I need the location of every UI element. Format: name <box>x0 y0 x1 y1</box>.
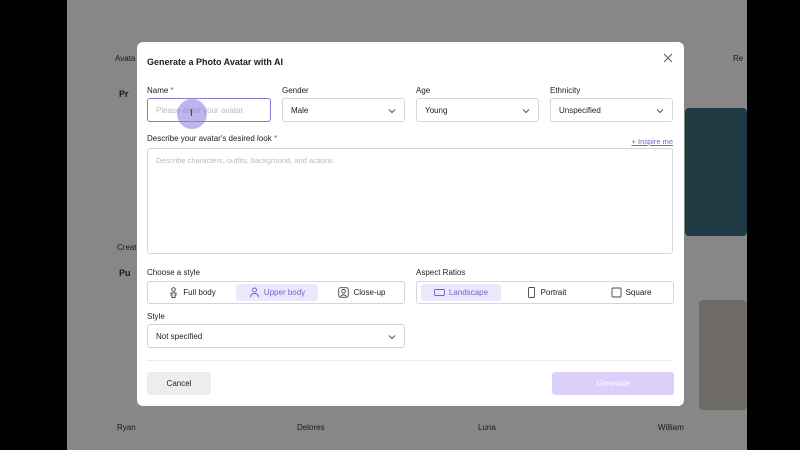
square-icon <box>611 287 622 298</box>
portrait-option[interactable]: Portrait <box>505 284 587 301</box>
chevron-down-icon <box>388 109 396 114</box>
ethnicity-value: Unspecified <box>559 106 601 115</box>
ethnicity-select[interactable]: Unspecified <box>550 98 673 122</box>
text-cursor-icon: I <box>190 108 193 119</box>
cancel-button[interactable]: Cancel <box>147 372 211 395</box>
portrait-icon <box>527 287 535 298</box>
chevron-down-icon <box>656 109 664 114</box>
gender-select[interactable]: Male <box>282 98 405 122</box>
close-up-label: Close-up <box>353 288 386 297</box>
dialog-title: Generate a Photo Avatar with AI <box>147 57 284 67</box>
style-choice-group: Full body Upper body Close-up <box>147 281 405 304</box>
upper-body-label: Upper body <box>263 288 306 297</box>
age-value: Young <box>425 106 448 115</box>
style-label: Style <box>147 312 165 321</box>
age-select[interactable]: Young <box>416 98 539 122</box>
full-body-icon <box>170 287 177 298</box>
square-label: Square <box>625 288 652 297</box>
gender-value: Male <box>291 106 309 115</box>
portrait-label: Portrait <box>540 288 567 297</box>
look-label: Describe your avatar's desired look * <box>147 134 278 143</box>
upper-body-icon <box>249 287 259 298</box>
age-label: Age <box>416 86 431 95</box>
look-textarea[interactable]: Describe characters, outfits, background… <box>147 148 673 254</box>
name-input[interactable]: Please enter your avatar <box>147 98 271 122</box>
close-up-icon <box>338 287 350 298</box>
screen: Avata Pr Creat Pu Re Ryan Delores Luna W… <box>0 0 800 450</box>
choose-style-label: Choose a style <box>147 268 200 277</box>
landscape-icon <box>433 289 445 296</box>
chevron-down-icon <box>522 109 530 114</box>
aspect-ratio-group: Landscape Portrait Square <box>416 281 674 304</box>
landscape-option[interactable]: Landscape <box>421 284 501 301</box>
landscape-label: Landscape <box>448 288 489 297</box>
ethnicity-label: Ethnicity <box>550 86 581 95</box>
full-body-option[interactable]: Full body <box>152 284 232 301</box>
aspect-label: Aspect Ratios <box>416 268 466 277</box>
chevron-down-icon <box>388 335 396 340</box>
close-up-option[interactable]: Close-up <box>322 284 402 301</box>
gender-label: Gender <box>282 86 309 95</box>
inspire-me-link[interactable]: + Inspire me <box>632 137 673 146</box>
name-label: Name * <box>147 86 174 95</box>
style-select[interactable]: Not specified <box>147 324 405 348</box>
full-body-label: Full body <box>183 288 216 297</box>
upper-body-option[interactable]: Upper body <box>236 284 318 301</box>
style-value: Not specified <box>156 332 203 341</box>
footer-divider <box>147 360 673 361</box>
look-placeholder: Describe characters, outfits, background… <box>156 156 335 165</box>
close-icon[interactable] <box>662 52 674 64</box>
generate-avatar-dialog: Generate a Photo Avatar with AI Name * G… <box>137 42 684 406</box>
square-option[interactable]: Square <box>591 284 671 301</box>
generate-button[interactable]: Generate <box>552 372 674 395</box>
